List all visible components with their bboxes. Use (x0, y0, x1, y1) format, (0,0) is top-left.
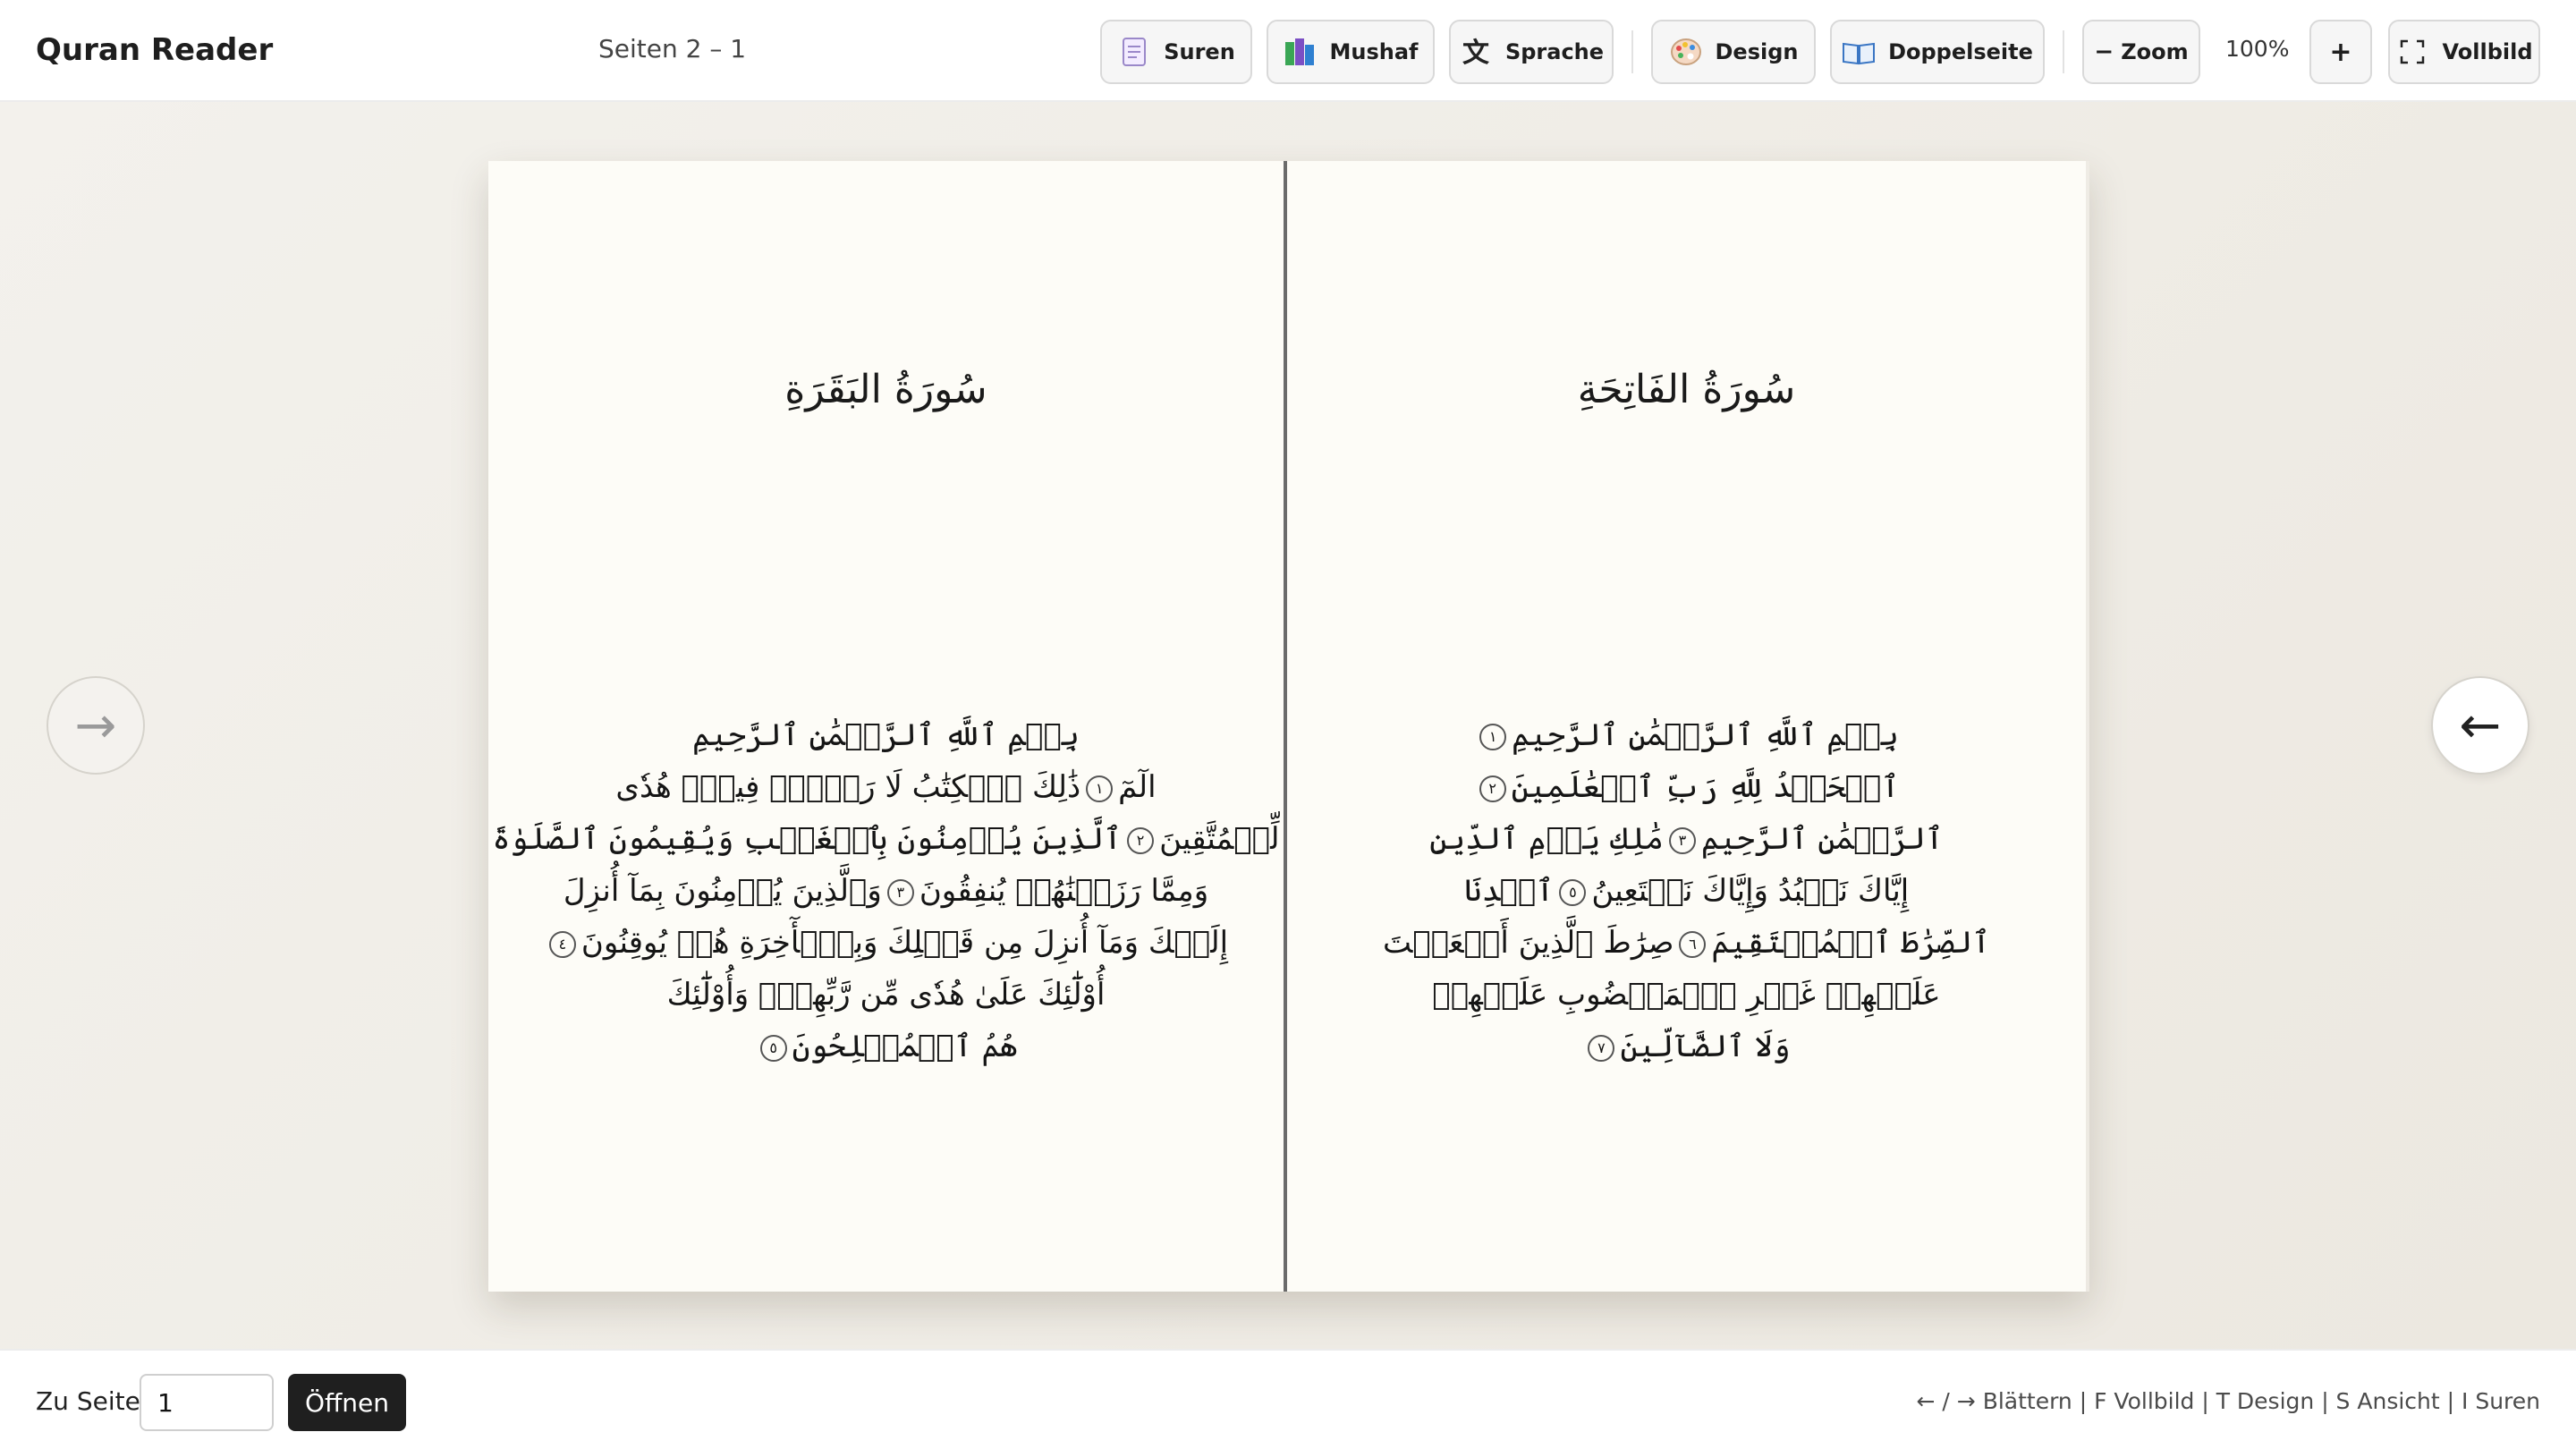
verse-text: أُوْلَٰٓئِكَ عَلَىٰ هُدٗى مِّن رَّبِّهِم… (666, 977, 1106, 1013)
design-button-label: Design (1715, 39, 1799, 64)
sprache-button[interactable]: 文 Sprache (1449, 20, 1614, 84)
verse-text: عَلَيۡهِمۡ غَيۡرِ ٱلۡمَغۡضُوبِ عَلَيۡهِم… (1432, 977, 1941, 1013)
sura-title-right: سُورَةُ الفَاتِحَةِ (1577, 367, 1796, 412)
verse-line: ٱلصِّرَٰطَ ٱلۡمُسۡتَقِيمَ٦صِرَٰطَ ٱلَّذِ… (1383, 923, 1990, 962)
goto-page-label: Zu Seite (36, 1386, 140, 1416)
top-toolbar: Quran Reader Seiten 2 – 1 Suren Mushaf 文 (0, 0, 2576, 102)
verse-text: ٱلرَّحۡمَٰنِ ٱلرَّحِيمِ (1700, 821, 1944, 857)
page-indicator: Seiten 2 – 1 (598, 34, 747, 64)
zoom-out-button[interactable]: − Zoom (2082, 20, 2200, 84)
verse-text: مَٰلِكِ يَوۡمِ ٱلدِّينِ (1429, 821, 1664, 857)
verse-line: وَمِمَّا رَزَقۡنَٰهُمۡ يُنفِقُونَ٣وَٱلَّ… (564, 871, 1208, 911)
palette-icon (1669, 35, 1703, 69)
reader-stage: → سُورَةُ البَقَرَةِ بِسۡمِ ٱللَّهِ ٱلرَ… (0, 102, 2576, 1349)
sprache-button-label: Sprache (1504, 39, 1605, 64)
zoom-out-label: Zoom (2121, 39, 2189, 64)
vollbild-button[interactable]: Vollbild (2388, 20, 2540, 84)
ayah-number-marker: ٢ (1127, 827, 1155, 854)
mushaf-button[interactable]: Mushaf (1267, 20, 1435, 84)
open-page-button[interactable]: Öffnen (288, 1374, 406, 1431)
fullscreen-icon (2395, 35, 2429, 69)
verse-text: لِّلۡمُتَّقِينَ (1159, 821, 1280, 857)
verse-line: إِلَيۡكَ وَمَآ أُنزِلَ مِن قَبۡلِكَ وَبِ… (544, 923, 1228, 962)
verse-text: وَلَا ٱلضَّآلِّينَ (1620, 1029, 1791, 1064)
mushaf-button-label: Mushaf (1329, 39, 1419, 64)
verse-text: إِلَيۡكَ وَمَآ أُنزِلَ مِن قَبۡلِكَ وَبِ… (580, 925, 1229, 961)
verse-text: إِيَّاكَ نَعۡبُدُ وَإِيَّاكَ نَسۡتَعِينُ (1591, 873, 1910, 909)
page-right: سُورَةُ الفَاتِحَةِ بِسۡمِ ٱللَّهِ ٱلرَّ… (1287, 161, 2086, 1292)
toolbar-divider (1631, 30, 1633, 73)
sura-title-left: سُورَةُ البَقَرَةِ (784, 367, 987, 412)
page-spread: سُورَةُ البَقَرَةِ بِسۡمِ ٱللَّهِ ٱلرَّح… (488, 161, 2089, 1292)
verse-text: هُمُ ٱلۡمُفۡلِحُونَ (792, 1029, 1018, 1064)
verse-text: صِرَٰطَ ٱلَّذِينَ أَنۡعَمۡتَ (1382, 925, 1674, 961)
ayah-number-marker: ٣ (886, 879, 914, 906)
verse-text: بِسۡمِ ٱللَّهِ ٱلرَّحۡمَٰنِ ٱلرَّحِيمِ (1512, 717, 1899, 753)
keyboard-shortcuts-hint: ← / → Blättern | F Vollbild | T Design |… (1916, 1388, 2540, 1414)
language-icon: 文 (1459, 35, 1493, 69)
verse-line: وَلَا ٱلضَّآلِّينَ٧ (1582, 1027, 1791, 1066)
verse-text: ٱلَّذِينَ يُؤۡمِنُونَ بِٱلۡغَيۡبِ وَيُقِ… (492, 821, 1123, 857)
design-button[interactable]: Design (1651, 20, 1816, 84)
ayah-number-marker: ٤ (548, 931, 576, 958)
ayah-number-marker: ٧ (1588, 1035, 1615, 1062)
zoom-in-button[interactable]: + (2309, 20, 2372, 84)
bottom-bar: Zu Seite Öffnen ← / → Blättern | F Vollb… (0, 1349, 2576, 1449)
arrow-right-icon: → (74, 696, 117, 755)
svg-text:文: 文 (1462, 38, 1489, 67)
ayah-number-marker: ٢ (1479, 775, 1506, 802)
ayah-number-marker: ٣ (1668, 827, 1696, 854)
verses-right: بِسۡمِ ٱللَّهِ ٱلرَّحۡمَٰنِ ٱلرَّحِيمِ١ ٱ… (1287, 716, 2086, 1066)
verse-text: وَمِمَّا رَزَقۡنَٰهُمۡ يُنفِقُونَ (919, 873, 1209, 909)
suren-button-label: Suren (1164, 39, 1235, 64)
app-title: Quran Reader (36, 32, 274, 68)
verse-text: ذَٰلِكَ ٱلۡكِتَٰبُ لَا رَيۡبَۛ فِيهِۛ هُ… (615, 769, 1081, 805)
open-book-icon (1842, 35, 1876, 69)
suren-button[interactable]: Suren (1100, 20, 1252, 84)
verse-text: بِسۡمِ ٱللَّهِ ٱلرَّحۡمَٰنِ ٱلرَّحِيمِ (692, 717, 1080, 753)
verse-line: بِسۡمِ ٱللَّهِ ٱلرَّحۡمَٰنِ ٱلرَّحِيمِ (692, 716, 1080, 755)
ayah-number-marker: ١ (1479, 724, 1507, 750)
ayah-number-marker: ١ (1086, 775, 1114, 802)
prev-page-button[interactable]: → (47, 676, 145, 775)
doppelseite-button-label: Doppelseite (1888, 39, 2033, 64)
verse-line: الٓمٓ١ذَٰلِكَ ٱلۡكِتَٰبُ لَا رَيۡبَۛ فِي… (615, 767, 1156, 807)
verse-line: لِّلۡمُتَّقِينَ٢ٱلَّذِينَ يُؤۡمِنُونَ بِ… (493, 819, 1280, 859)
next-page-button[interactable]: ← (2431, 676, 2529, 775)
vollbild-button-label: Vollbild (2442, 39, 2533, 64)
verse-line: ٱلۡحَمۡدُ لِلَّهِ رَبِّ ٱلۡعَٰلَمِينَ٢ (1474, 767, 1900, 807)
ayah-number-marker: ٦ (1679, 931, 1707, 958)
books-icon (1284, 35, 1318, 69)
verse-text: ٱهۡدِنَا (1463, 873, 1555, 909)
arrow-left-icon: ← (2459, 696, 2502, 755)
verse-line: أُوْلَٰٓئِكَ عَلَىٰ هُدٗى مِّن رَّبِّهِم… (667, 975, 1106, 1014)
page-left: سُورَةُ البَقَرَةِ بِسۡمِ ٱللَّهِ ٱلرَّح… (488, 161, 1287, 1292)
verse-text: الٓمٓ (1118, 769, 1157, 805)
verse-line: ٱلرَّحۡمَٰنِ ٱلرَّحِيمِ٣مَٰلِكِ يَوۡمِ ٱ… (1429, 819, 1943, 859)
verse-line: إِيَّاكَ نَعۡبُدُ وَإِيَّاكَ نَسۡتَعِينُ… (1464, 871, 1909, 911)
minus-icon: − (2094, 38, 2114, 65)
verse-line: بِسۡمِ ٱللَّهِ ٱلرَّحۡمَٰنِ ٱلرَّحِيمِ١ (1474, 716, 1899, 755)
ayah-number-marker: ٥ (1559, 879, 1587, 906)
zoom-level: 100% (2225, 36, 2290, 62)
toolbar-divider (2063, 30, 2064, 73)
doppelseite-button[interactable]: Doppelseite (1830, 20, 2045, 84)
verse-text: وَٱلَّذِينَ يُؤۡمِنُونَ بِمَآ أُنزِلَ (563, 873, 882, 909)
verses-left: بِسۡمِ ٱللَّهِ ٱلرَّحۡمَٰنِ ٱلرَّحِيمِ ال… (488, 716, 1284, 1066)
verse-line: هُمُ ٱلۡمُفۡلِحُونَ٥ (755, 1027, 1018, 1066)
goto-page-input[interactable] (140, 1374, 274, 1431)
plus-icon: + (2329, 36, 2352, 68)
document-icon (1117, 35, 1151, 69)
verse-text: ٱلۡحَمۡدُ لِلَّهِ رَبِّ ٱلۡعَٰلَمِينَ (1511, 769, 1900, 805)
verse-line: عَلَيۡهِمۡ غَيۡرِ ٱلۡمَغۡضُوبِ عَلَيۡهِم… (1432, 975, 1940, 1014)
verse-text: ٱلصِّرَٰطَ ٱلۡمُسۡتَقِيمَ (1711, 925, 1991, 961)
ayah-number-marker: ٥ (759, 1035, 787, 1062)
